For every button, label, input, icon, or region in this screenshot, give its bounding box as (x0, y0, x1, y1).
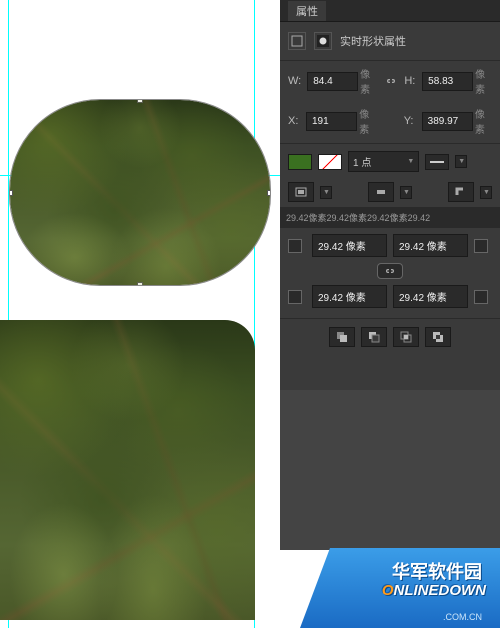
width-input[interactable]: 84.4 (307, 72, 358, 91)
corner-bl-input[interactable]: 29.42 像素 (312, 285, 387, 308)
mask-icon (314, 32, 332, 50)
corner-br-input[interactable]: 29.42 像素 (393, 285, 468, 308)
pathop-combine-button[interactable] (329, 327, 355, 347)
link-wh-icon[interactable] (383, 74, 398, 88)
pathop-subtract-button[interactable] (361, 327, 387, 347)
stroke-color-swatch[interactable] (318, 154, 342, 170)
chevron-down-icon: ▼ (407, 158, 414, 165)
live-shape-icon (288, 32, 306, 50)
watermark-en: ONLINEDOWN (382, 582, 486, 599)
canvas-area[interactable] (0, 0, 280, 628)
x-label: X: (288, 115, 300, 127)
fill-color-swatch[interactable] (288, 154, 312, 170)
height-input[interactable]: 58.83 (422, 72, 473, 91)
rounded-rect-shape-bottom[interactable] (0, 320, 255, 620)
unit-px: 像素 (475, 66, 492, 96)
join-type-button[interactable] (448, 182, 474, 202)
width-label: W: (288, 75, 301, 87)
corner-tl-checkbox[interactable] (288, 239, 302, 253)
x-input[interactable]: 191 (306, 112, 357, 131)
rounded-rect-shape-top[interactable] (10, 100, 270, 285)
unit-px: 像素 (360, 66, 377, 96)
height-label: H: (404, 75, 416, 87)
properties-panel: 属性 实时形状属性 W: 84.4 像素 H: 58.83 像素 X: 191 … (280, 0, 500, 390)
corner-tr-checkbox[interactable] (474, 239, 488, 253)
panel-empty-area (280, 390, 500, 550)
stroke-style-dropdown[interactable]: ▼ (455, 155, 467, 168)
link-corners-icon[interactable] (377, 263, 403, 279)
watermark: 华军软件园 ONLINEDOWN .COM.CN (300, 548, 500, 628)
watermark-cn: 华军软件园 (392, 558, 482, 584)
stroke-width-value: 1 点 (353, 154, 371, 169)
align-stroke-button[interactable] (288, 182, 314, 202)
y-label: Y: (404, 115, 416, 127)
stroke-width-dropdown[interactable]: 1 点 ▼ (348, 151, 419, 172)
panel-tab-bar: 属性 (280, 0, 500, 22)
corner-values-bar: 29.42像素29.42像素29.42像素29.42 (280, 207, 500, 228)
align-stroke-dropdown[interactable]: ▼ (320, 186, 332, 199)
pathop-intersect-button[interactable] (393, 327, 419, 347)
stroke-style-solid[interactable] (425, 154, 449, 170)
cap-type-button[interactable] (368, 182, 394, 202)
corner-tr-input[interactable]: 29.42 像素 (393, 234, 468, 257)
panel-title: 实时形状属性 (340, 33, 406, 49)
unit-px: 像素 (475, 106, 492, 136)
cap-type-dropdown[interactable]: ▼ (400, 186, 412, 199)
panel-tab-properties[interactable]: 属性 (288, 1, 326, 21)
corner-br-checkbox[interactable] (474, 290, 488, 304)
join-type-dropdown[interactable]: ▼ (480, 186, 492, 199)
watermark-sub: .COM.CN (443, 612, 482, 622)
corner-bl-checkbox[interactable] (288, 290, 302, 304)
unit-px: 像素 (359, 106, 376, 136)
corner-tl-input[interactable]: 29.42 像素 (312, 234, 387, 257)
y-input[interactable]: 389.97 (422, 112, 473, 131)
pathop-exclude-button[interactable] (425, 327, 451, 347)
